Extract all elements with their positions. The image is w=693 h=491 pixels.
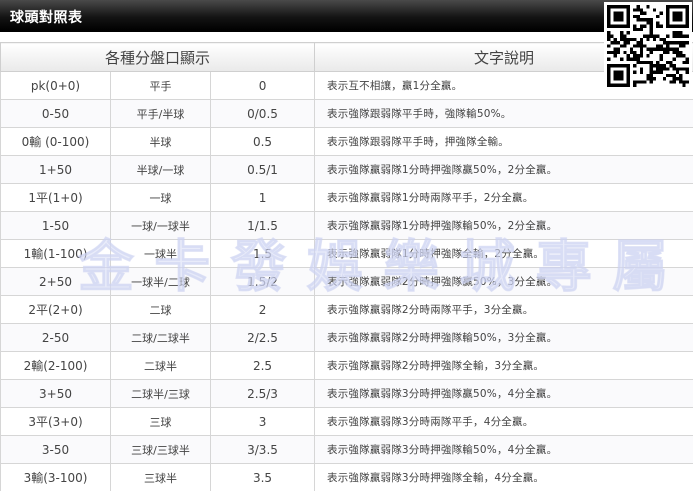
table-row: 3+50 二球半/三球 2.5/3 表示強隊贏弱隊3分時押強隊贏50%，4分全贏。: [0, 379, 693, 408]
description-cell: 表示強隊贏弱隊1分時押強隊贏50%，2分全贏。: [314, 155, 693, 184]
handicap-value-cell: 2.5/3: [209, 379, 316, 408]
table-row: 2平(2+0) 二球 2 表示強隊贏弱隊2分時兩隊平手，3分全贏。: [0, 295, 693, 324]
table-row: 3平(3+0) 三球 3 表示強隊贏弱隊3分時兩隊平手，4分全贏。: [0, 407, 693, 436]
table-row: 2-50 二球/二球半 2/2.5 表示強隊贏弱隊2分時押強隊輸50%，3分全贏。: [0, 323, 693, 352]
handicap-name-cell: 一球: [110, 183, 211, 212]
description-cell: 表示強隊跟弱隊平手時，押強隊全輸。: [314, 127, 693, 156]
handicap-name-cell: 三球/三球半: [110, 435, 211, 464]
handicap-value-cell: 3: [209, 407, 316, 436]
table-row: 1-50 一球/一球半 1/1.5 表示強隊贏弱隊1分時押強隊輸50%，2分全贏。: [0, 211, 693, 240]
table-row: 1+50 半球/一球 0.5/1 表示強隊贏弱隊1分時押強隊贏50%，2分全贏。: [0, 155, 693, 184]
handicap-value-cell: 1.5/2: [209, 267, 316, 296]
table-header-row: 各種分盤口顯示 文字說明: [0, 42, 693, 72]
score-code-cell: 3輸(3-100): [0, 463, 111, 491]
title-bar: 球頭對照表: [0, 0, 693, 32]
handicap-name-cell: 三球: [110, 407, 211, 436]
score-code-cell: 1平(1+0): [0, 183, 111, 212]
description-cell: 表示強隊贏弱隊3分時押強隊輸50%，4分全贏。: [314, 435, 693, 464]
description-cell: 表示強隊贏弱隊3分時兩隊平手，4分全贏。: [314, 407, 693, 436]
table-body: pk(0+0) 平手 0 表示互不相讓，贏1分全贏。 0-50 平手/半球 0/0.5 表示強…: [0, 71, 693, 491]
handicap-name-cell: 平手: [110, 71, 211, 100]
handicap-name-cell: 一球半/二球: [110, 267, 211, 296]
table-row: 0輸 (0-100) 半球 0.5 表示強隊跟弱隊平手時，押強隊全輸。: [0, 127, 693, 156]
handicap-name-cell: 二球: [110, 295, 211, 324]
description-cell: 表示強隊贏弱隊3分時押強隊全輸，4分全贏。: [314, 463, 693, 491]
description-cell: 表示強隊跟弱隊平手時，強隊輸50%。: [314, 99, 693, 128]
score-code-cell: 3-50: [0, 435, 111, 464]
qr-code-icon[interactable]: [604, 2, 692, 90]
score-code-cell: 2輸(2-100): [0, 351, 111, 380]
score-code-cell: 1-50: [0, 211, 111, 240]
handicap-value-cell: 2.5: [209, 351, 316, 380]
score-code-cell: 0-50: [0, 99, 111, 128]
table-row: 1輸(1-100) 一球半 1.5 表示強隊贏弱隊1分時押強隊全輸，2分全贏。: [0, 239, 693, 268]
handicap-value-cell: 0.5/1: [209, 155, 316, 184]
score-code-cell: 1+50: [0, 155, 111, 184]
table-row: 3-50 三球/三球半 3/3.5 表示強隊贏弱隊3分時押強隊輸50%，4分全贏。: [0, 435, 693, 464]
table-row: 2+50 一球半/二球 1.5/2 表示強隊贏弱隊2分時押強隊贏50%，3分全贏。: [0, 267, 693, 296]
handicap-value-cell: 3/3.5: [209, 435, 316, 464]
handicap-name-cell: 三球半: [110, 463, 211, 491]
table-row: 3輸(3-100) 三球半 3.5 表示強隊贏弱隊3分時押強隊全輸，4分全贏。: [0, 463, 693, 491]
handicap-value-cell: 1/1.5: [209, 211, 316, 240]
score-code-cell: 3平(3+0): [0, 407, 111, 436]
handicap-value-cell: 1.5: [209, 239, 316, 268]
table-row: 0-50 平手/半球 0/0.5 表示強隊跟弱隊平手時，強隊輸50%。: [0, 99, 693, 128]
column-header-handicap-display: 各種分盤口顯示: [0, 42, 316, 72]
handicap-name-cell: 一球/一球半: [110, 211, 211, 240]
score-code-cell: 1輸(1-100): [0, 239, 111, 268]
table-row: 1平(1+0) 一球 1 表示強隊贏弱隊1分時兩隊平手，2分全贏。: [0, 183, 693, 212]
handicap-table: 各種分盤口顯示 文字說明 pk(0+0) 平手 0 表示互不相讓，贏1分全贏。 0-50…: [0, 42, 693, 491]
score-code-cell: 0輸 (0-100): [0, 127, 111, 156]
description-cell: 表示強隊贏弱隊3分時押強隊贏50%，4分全贏。: [314, 379, 693, 408]
handicap-name-cell: 二球半/三球: [110, 379, 211, 408]
description-cell: 表示強隊贏弱隊2分時押強隊輸50%，3分全贏。: [314, 323, 693, 352]
description-cell: 表示強隊贏弱隊1分時押強隊輸50%，2分全贏。: [314, 211, 693, 240]
handicap-value-cell: 2: [209, 295, 316, 324]
handicap-value-cell: 2/2.5: [209, 323, 316, 352]
description-cell: 表示強隊贏弱隊2分時押強隊全輸，3分全贏。: [314, 351, 693, 380]
qr-code-graphic: [607, 5, 689, 87]
table-row: 2輸(2-100) 二球半 2.5 表示強隊贏弱隊2分時押強隊全輸，3分全贏。: [0, 351, 693, 380]
handicap-name-cell: 平手/半球: [110, 99, 211, 128]
description-cell: 表示強隊贏弱隊1分時押強隊全輸，2分全贏。: [314, 239, 693, 268]
page-title: 球頭對照表: [10, 10, 83, 26]
score-code-cell: pk(0+0): [0, 71, 111, 100]
handicap-value-cell: 0/0.5: [209, 99, 316, 128]
handicap-name-cell: 半球/一球: [110, 155, 211, 184]
handicap-value-cell: 0: [209, 71, 316, 100]
table-row: pk(0+0) 平手 0 表示互不相讓，贏1分全贏。: [0, 71, 693, 100]
handicap-name-cell: 一球半: [110, 239, 211, 268]
handicap-value-cell: 1: [209, 183, 316, 212]
handicap-name-cell: 半球: [110, 127, 211, 156]
description-cell: 表示強隊贏弱隊2分時押強隊贏50%，3分全贏。: [314, 267, 693, 296]
handicap-name-cell: 二球/二球半: [110, 323, 211, 352]
description-cell: 表示強隊贏弱隊2分時兩隊平手，3分全贏。: [314, 295, 693, 324]
score-code-cell: 2+50: [0, 267, 111, 296]
score-code-cell: 2平(2+0): [0, 295, 111, 324]
handicap-value-cell: 3.5: [209, 463, 316, 491]
score-code-cell: 3+50: [0, 379, 111, 408]
handicap-name-cell: 二球半: [110, 351, 211, 380]
score-code-cell: 2-50: [0, 323, 111, 352]
handicap-value-cell: 0.5: [209, 127, 316, 156]
handicap-table-container: 各種分盤口顯示 文字說明 pk(0+0) 平手 0 表示互不相讓，贏1分全贏。 0-50…: [0, 42, 693, 491]
description-cell: 表示強隊贏弱隊1分時兩隊平手，2分全贏。: [314, 183, 693, 212]
